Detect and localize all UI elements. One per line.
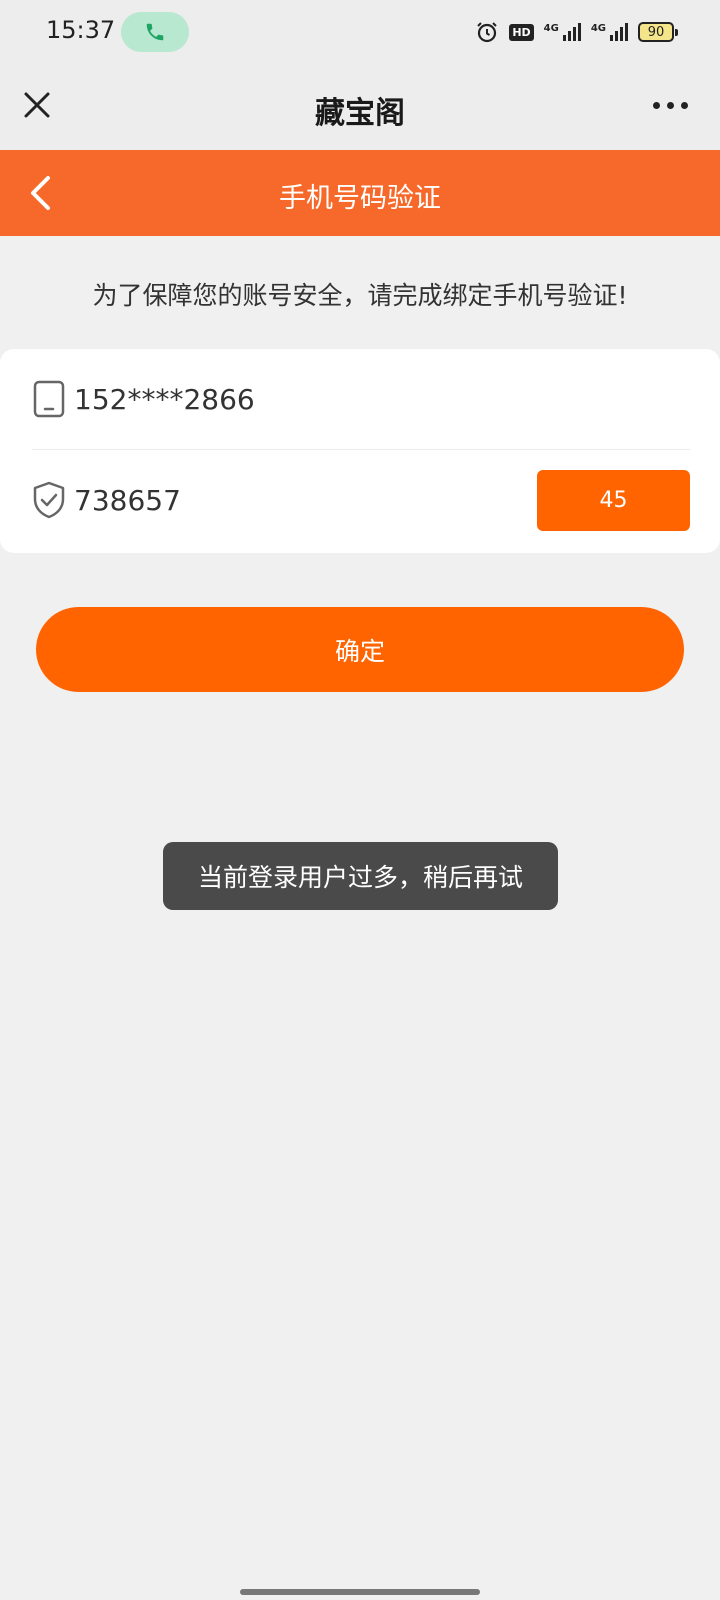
alarm-icon xyxy=(477,22,498,43)
hd-icon: HD xyxy=(509,23,534,41)
network-label: 4G xyxy=(543,23,559,34)
status-icons: HD 4G 4G 90 xyxy=(475,18,678,46)
security-notice: 为了保障您的账号安全，请完成绑定手机号验证! xyxy=(92,281,628,310)
signal-4g-icon: 4G xyxy=(591,23,628,41)
phone-call-icon xyxy=(146,23,164,41)
resend-countdown-button[interactable]: 45 xyxy=(537,469,690,531)
toast-message: 当前登录用户过多，稍后再试 xyxy=(163,842,558,910)
battery-level: 90 xyxy=(647,24,665,40)
battery-icon: 90 xyxy=(638,22,678,42)
app-title: 藏宝阁 xyxy=(315,96,405,131)
verification-card: 152****2866 738657 45 xyxy=(0,349,720,553)
verification-code-input[interactable]: 738657 xyxy=(74,484,537,517)
status-time: 15:37 xyxy=(46,16,116,44)
shield-check-icon xyxy=(33,481,65,519)
phone-number-field[interactable]: 152****2866 xyxy=(74,383,690,416)
confirm-button[interactable]: 确定 xyxy=(36,607,684,692)
app-header: 藏宝阁 xyxy=(0,64,720,150)
code-row: 738657 45 xyxy=(32,450,690,550)
signal-4g-icon: 4G xyxy=(544,23,581,41)
network-label: 4G xyxy=(590,23,606,34)
status-bar: 15:37 HD 4G 4G 90 xyxy=(0,0,720,64)
more-icon[interactable] xyxy=(653,102,688,109)
phone-row[interactable]: 152****2866 xyxy=(32,349,690,450)
phone-icon xyxy=(33,380,65,418)
ongoing-call-pill[interactable] xyxy=(121,12,189,52)
home-indicator[interactable] xyxy=(240,1589,480,1595)
page-title: 手机号码验证 xyxy=(279,183,441,214)
nav-bar: 手机号码验证 xyxy=(0,150,720,236)
